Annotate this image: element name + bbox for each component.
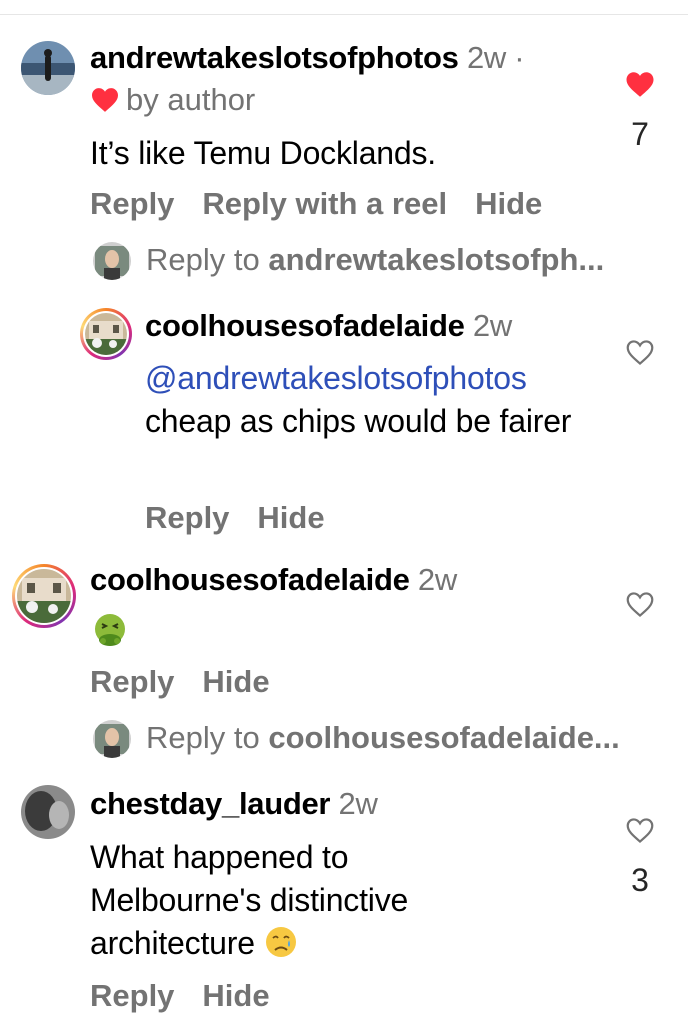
heart-outline-icon[interactable] <box>625 817 655 844</box>
hide-button[interactable]: Hide <box>202 978 269 1013</box>
comment-username[interactable]: chestday_lauder 2w <box>90 786 378 822</box>
comment-time: 2w <box>472 308 512 343</box>
comment-actions: Reply Hide <box>145 500 353 536</box>
hide-button[interactable]: Hide <box>475 186 542 221</box>
heart-filled-icon <box>92 88 118 112</box>
comment-time: 2w · <box>466 40 525 75</box>
comment-actions: Reply Hide <box>90 978 298 1014</box>
reply-button[interactable]: Reply <box>145 500 229 535</box>
mention-link[interactable]: @andrewtakeslotsofphotos <box>145 360 527 396</box>
comment-text: It’s like Temu Docklands. <box>90 135 436 171</box>
reply-button[interactable]: Reply <box>90 664 174 699</box>
heart-outline-icon[interactable] <box>625 591 655 618</box>
comment-username[interactable]: coolhousesofadelaide 2w <box>90 562 457 598</box>
comment-time: 2w <box>338 786 378 821</box>
like-count: 7 <box>631 116 649 152</box>
my-avatar <box>93 720 131 758</box>
avatar-coolhousesofadelaide[interactable] <box>12 564 76 628</box>
reply-button[interactable]: Reply <box>90 978 174 1013</box>
my-avatar <box>93 242 131 280</box>
reply-to-prompt[interactable]: Reply to coolhousesofadelaide... <box>146 720 620 756</box>
comment-text: What happened to Melbourne's distinctive… <box>90 839 409 961</box>
comment-actions: Reply Hide <box>90 664 298 700</box>
comment-actions: Reply Reply with a reel Hide <box>90 186 570 222</box>
comment-text: @andrewtakeslotsofphotos cheap as chips … <box>145 360 572 439</box>
comment-username[interactable]: coolhousesofadelaide 2w <box>145 308 512 344</box>
author-badge: by author <box>90 82 255 118</box>
hide-button[interactable]: Hide <box>202 664 269 699</box>
comment-username[interactable]: andrewtakeslotsofphotos 2w · <box>90 40 525 76</box>
nauseated-face-icon <box>95 614 125 646</box>
hide-button[interactable]: Hide <box>257 500 324 535</box>
avatar-chestday-lauder[interactable] <box>21 785 75 839</box>
avatar-andrewtakeslotsofphotos[interactable] <box>21 41 75 95</box>
crying-face-icon <box>265 927 296 957</box>
reply-to-prompt[interactable]: Reply to andrewtakeslotsofph... <box>146 242 604 278</box>
avatar-coolhousesofadelaide[interactable] <box>80 308 132 360</box>
reply-with-reel-button[interactable]: Reply with a reel <box>202 186 447 221</box>
reply-button[interactable]: Reply <box>90 186 174 221</box>
comment-time: 2w <box>417 562 457 597</box>
heart-outline-icon[interactable] <box>625 339 655 366</box>
heart-filled-icon[interactable] <box>625 71 655 98</box>
like-count: 3 <box>631 862 649 898</box>
top-divider <box>0 14 688 15</box>
